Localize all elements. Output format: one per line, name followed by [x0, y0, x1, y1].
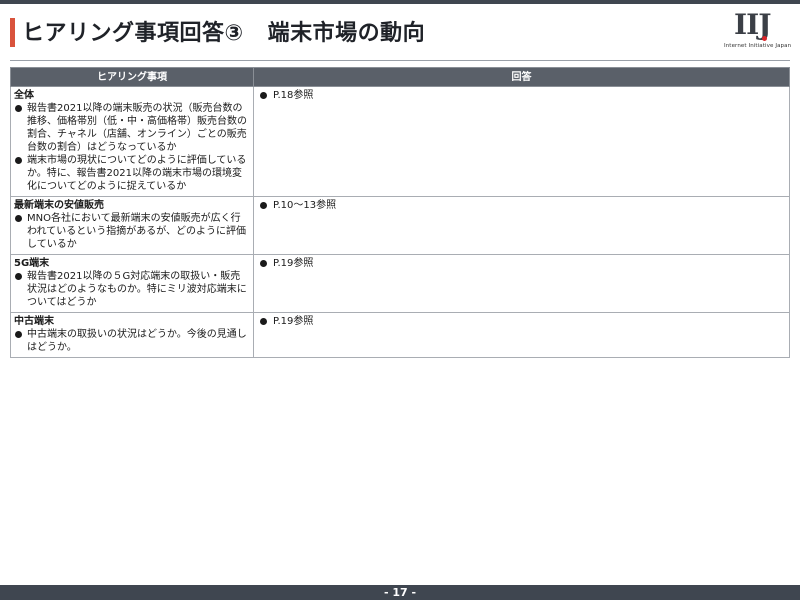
- page-title-main: ヒアリング事項回答③: [22, 21, 244, 46]
- bullet-icon: [15, 157, 22, 164]
- bullet-icon: [260, 202, 267, 209]
- answer-cell: P.10～13参照: [253, 196, 790, 255]
- question-item: 中古端末の取扱いの状況はどうか。今後の見通しはどうか。: [14, 328, 250, 354]
- bullet-icon: [260, 92, 267, 99]
- bullet-icon: [260, 260, 267, 267]
- question-list: 報告書2021以降の５G対応端末の取扱い・販売状況はどのようなものか。特にミリ波…: [14, 270, 250, 309]
- question-text: 中古端末の取扱いの状況はどうか。今後の見通しはどうか。: [27, 329, 247, 353]
- table-header-row: ヒアリング事項 回答: [10, 67, 790, 87]
- answer-item: P.19参照: [257, 257, 786, 270]
- answer-text: P.19参照: [273, 316, 314, 327]
- question-text: 報告書2021以降の端末販売の状況（販売台数の推移、価格帯別（低・中・高価格帯）…: [27, 103, 247, 153]
- page-title: ヒアリング事項回答③ 端末市場の動向: [22, 15, 425, 47]
- column-header-questions: ヒアリング事項: [10, 67, 254, 87]
- bullet-icon: [15, 331, 22, 338]
- column-header-answers: 回答: [253, 67, 790, 87]
- answer-cell: P.18参照: [253, 86, 790, 197]
- question-list: 報告書2021以降の端末販売の状況（販売台数の推移、価格帯別（低・中・高価格帯）…: [14, 102, 250, 193]
- question-cell: 全体 報告書2021以降の端末販売の状況（販売台数の推移、価格帯別（低・中・高価…: [10, 86, 254, 197]
- section-heading: 全体: [14, 90, 34, 101]
- answer-text: P.10～13参照: [273, 200, 337, 211]
- question-text: 端末市場の現状についてどのように評価しているか。特に、報告書2021以降の端末市…: [27, 155, 247, 192]
- table-row: 中古端末 中古端末の取扱いの状況はどうか。今後の見通しはどうか。 P.19参照: [10, 312, 790, 358]
- title-divider: [10, 60, 790, 61]
- answer-cell: P.19参照: [253, 254, 790, 313]
- question-cell: 中古端末 中古端末の取扱いの状況はどうか。今後の見通しはどうか。: [10, 312, 254, 358]
- answer-text: P.19参照: [273, 258, 314, 269]
- bullet-icon: [260, 318, 267, 325]
- company-logo: IIJ Internet Initiative Japan: [724, 10, 792, 54]
- question-cell: 最新端末の安値販売 MNO各社において最新端末の安値販売が広く行われているという…: [10, 196, 254, 255]
- footer-bar: - 17 -: [0, 585, 800, 600]
- section-heading: 5G端末: [14, 258, 50, 269]
- logo-tagline: Internet Initiative Japan: [724, 43, 792, 49]
- table-row: 全体 報告書2021以降の端末販売の状況（販売台数の推移、価格帯別（低・中・高価…: [10, 86, 790, 197]
- table-row: 5G端末 報告書2021以降の５G対応端末の取扱い・販売状況はどのようなものか。…: [10, 254, 790, 313]
- answer-item: P.10～13参照: [257, 199, 786, 212]
- bullet-icon: [15, 215, 22, 222]
- question-text: 報告書2021以降の５G対応端末の取扱い・販売状況はどのようなものか。特にミリ波…: [27, 271, 247, 308]
- section-heading: 中古端末: [14, 316, 54, 327]
- answer-cell: P.19参照: [253, 312, 790, 358]
- logo-dot: [762, 36, 767, 41]
- bullet-icon: [15, 273, 22, 280]
- answer-text: P.18参照: [273, 90, 314, 101]
- section-heading: 最新端末の安値販売: [14, 200, 104, 211]
- question-item: 報告書2021以降の端末販売の状況（販売台数の推移、価格帯別（低・中・高価格帯）…: [14, 102, 250, 154]
- question-item: 端末市場の現状についてどのように評価しているか。特に、報告書2021以降の端末市…: [14, 154, 250, 193]
- question-item: 報告書2021以降の５G対応端末の取扱い・販売状況はどのようなものか。特にミリ波…: [14, 270, 250, 309]
- page-number: - 17 -: [383, 586, 417, 599]
- qa-table: ヒアリング事項 回答 全体 報告書2021以降の端末販売の状況（販売台数の推移、…: [10, 67, 790, 358]
- question-list: 中古端末の取扱いの状況はどうか。今後の見通しはどうか。: [14, 328, 250, 354]
- table-row: 最新端末の安値販売 MNO各社において最新端末の安値販売が広く行われているという…: [10, 196, 790, 255]
- top-bar: [0, 0, 800, 4]
- question-text: MNO各社において最新端末の安値販売が広く行われているという指摘があるが、どのよ…: [27, 213, 246, 250]
- answer-item: P.18参照: [257, 89, 786, 102]
- question-item: MNO各社において最新端末の安値販売が広く行われているという指摘があるが、どのよ…: [14, 212, 250, 251]
- bullet-icon: [15, 105, 22, 112]
- page-title-sub: 端末市場の動向: [267, 21, 426, 46]
- question-list: MNO各社において最新端末の安値販売が広く行われているという指摘があるが、どのよ…: [14, 212, 250, 251]
- title-accent-bar: [10, 18, 15, 47]
- answer-item: P.19参照: [257, 315, 786, 328]
- question-cell: 5G端末 報告書2021以降の５G対応端末の取扱い・販売状況はどのようなものか。…: [10, 254, 254, 313]
